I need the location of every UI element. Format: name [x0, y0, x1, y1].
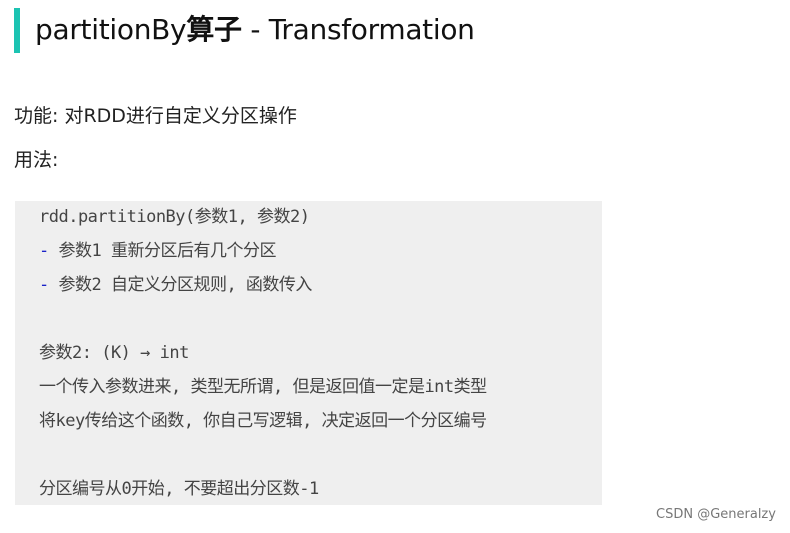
title-prefix: partitionBy [35, 13, 187, 46]
code-line: 一个传入参数进来, 类型无所谓, 但是返回值一定是int类型 [39, 377, 487, 397]
usage-label: 用法: [14, 149, 59, 171]
code-line: 参数2: (K) → int [39, 343, 189, 363]
code-line: - 参数2 自定义分区规则, 函数传入 [39, 275, 312, 295]
code-line: rdd.partitionBy(参数1, 参数2) [39, 207, 310, 227]
code-block: rdd.partitionBy(参数1, 参数2) - 参数1 重新分区后有几个… [15, 201, 602, 505]
code-line: 分区编号从0开始, 不要超出分区数-1 [39, 479, 319, 499]
title-suffix: - Transformation [241, 13, 475, 46]
heading-accent-bar [14, 8, 20, 53]
title-bold: 算子 [186, 13, 242, 46]
page-title: partitionBy算子 - Transformation [35, 10, 475, 50]
watermark: CSDN @Generalzy [656, 507, 776, 522]
code-line: - 参数1 重新分区后有几个分区 [39, 241, 276, 261]
code-line: 将key传给这个函数, 你自己写逻辑, 决定返回一个分区编号 [39, 411, 487, 431]
function-description: 功能: 对RDD进行自定义分区操作 [14, 105, 297, 127]
